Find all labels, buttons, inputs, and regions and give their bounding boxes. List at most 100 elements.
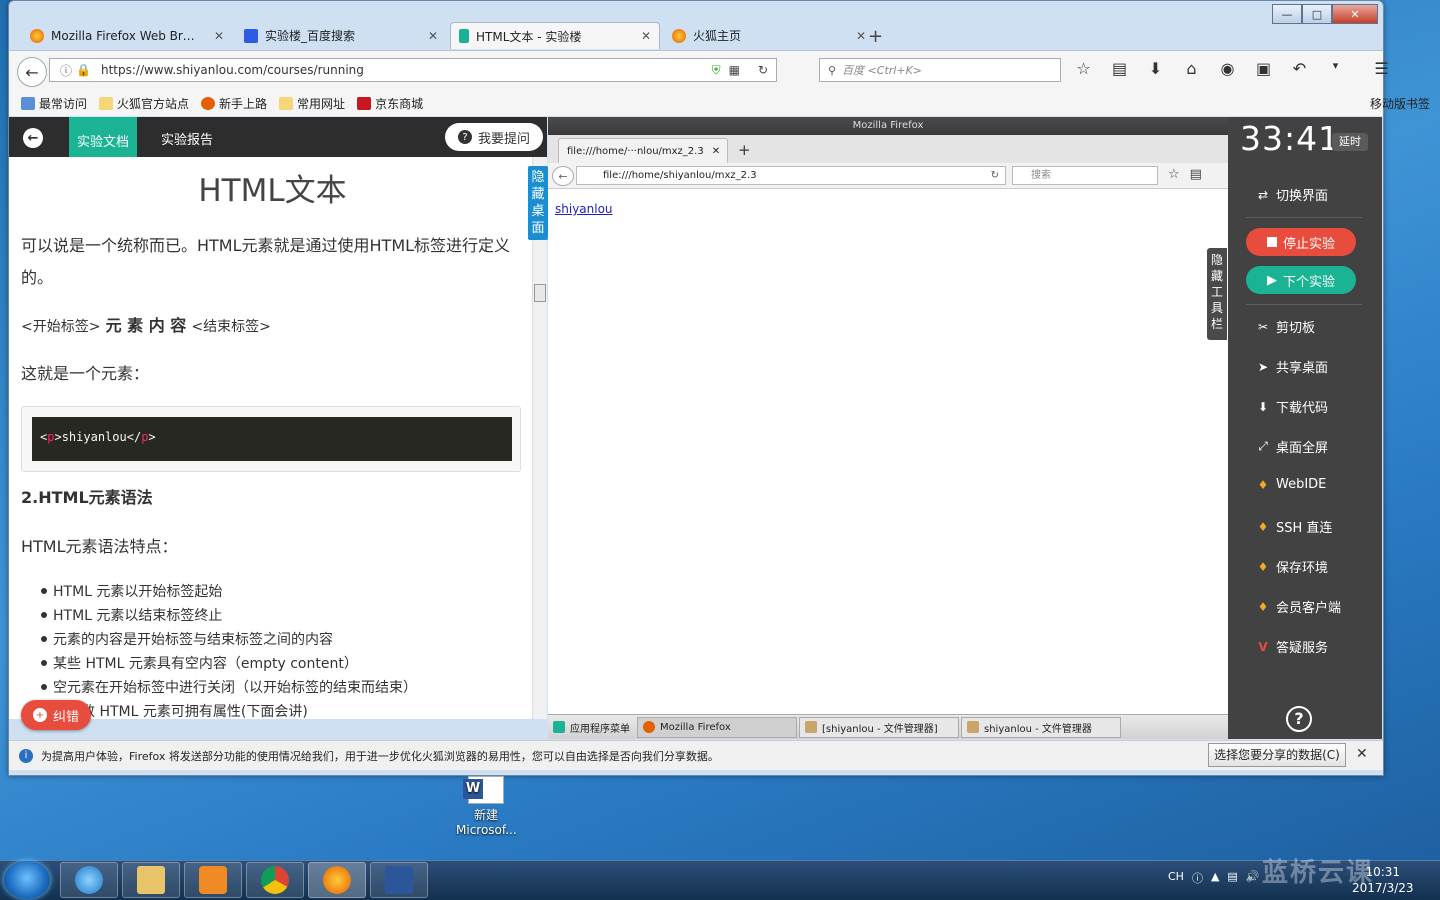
download-icon[interactable]: ⬇ <box>1143 59 1168 78</box>
bookmark-star-icon[interactable]: ☆ <box>1071 59 1096 78</box>
taskbar-firefox[interactable] <box>308 862 366 898</box>
close-button[interactable]: ✕ <box>1332 4 1378 24</box>
network-icon[interactable]: ▤ <box>1227 870 1237 886</box>
share-desktop-button[interactable]: ➤ 共享桌面 <box>1256 357 1328 377</box>
qr-icon[interactable]: ▦ <box>729 63 740 77</box>
url-bar[interactable]: ⓘ 🔒 https://www.shiyanlou.com/courses/ru… <box>49 58 777 82</box>
close-tab-icon[interactable]: ✕ <box>856 29 866 43</box>
home-folder-icon <box>967 721 979 733</box>
home-icon[interactable]: ⌂ <box>1179 59 1204 78</box>
language-indicator[interactable]: CH <box>1168 870 1184 886</box>
member-client-button[interactable]: ♦ 会员客户端 <box>1256 597 1341 617</box>
start-button[interactable] <box>4 861 50 899</box>
webide-button[interactable]: ♦ WebIDE <box>1256 477 1327 492</box>
close-tab-icon[interactable]: ✕ <box>214 29 224 43</box>
vm-task-file-manager-2[interactable]: shiyanlou - 文件管理器 <box>961 716 1121 738</box>
question-icon: ? <box>457 130 472 144</box>
scrollbar-thumb[interactable] <box>534 284 546 302</box>
vm-taskbar: 应用程序菜单 Mozilla Firefox [shiyanlou - 文件管理… <box>548 714 1228 739</box>
clock[interactable]: 10:31 2017/3/23 <box>1352 864 1414 896</box>
help-icon[interactable]: ? <box>1286 706 1312 732</box>
taskbar-word[interactable] <box>370 862 428 898</box>
back-icon[interactable]: ← <box>17 57 47 87</box>
close-tab-icon[interactable]: ✕ <box>428 29 438 43</box>
reload-icon[interactable]: ↻ <box>758 63 768 77</box>
bookmark-jd[interactable]: 京东商城 <box>357 95 423 112</box>
qa-service-button[interactable]: V 答疑服务 <box>1256 637 1328 657</box>
ssh-button[interactable]: ♦ SSH 直连 <box>1256 517 1333 537</box>
taskbar-media-player[interactable] <box>184 862 242 898</box>
info-icon[interactable]: ⓘ <box>60 62 72 79</box>
vm-url-bar[interactable]: file:///home/shiyanlou/mxz_2.3 ↻ <box>576 166 1006 185</box>
tab-firefox-web[interactable]: Mozilla Firefox Web Bro... ✕ <box>22 22 232 49</box>
shield-icon[interactable]: ⛨ <box>712 63 721 78</box>
lock-icon: 🔒 <box>76 63 91 77</box>
hide-desktop-button[interactable]: 隐藏桌面 <box>528 166 548 240</box>
tab-baidu[interactable]: 实验楼_百度搜索 ✕ <box>236 22 446 49</box>
doc-paragraph: 这就是一个元素： <box>21 364 150 383</box>
vm-page-link[interactable]: shiyanlou <box>555 202 613 216</box>
close-notification-icon[interactable]: ✕ <box>1356 746 1368 762</box>
vm-star-icon[interactable]: ☆ <box>1168 167 1180 182</box>
vm-task-firefox[interactable]: Mozilla Firefox <box>637 716 797 738</box>
report-error-button[interactable]: + 纠错 <box>21 700 91 730</box>
panel-item-label: SSH 直连 <box>1276 521 1333 536</box>
clipboard-button[interactable]: ✂ 剪切板 <box>1256 317 1315 337</box>
vm-reading-list-icon[interactable]: ▤ <box>1190 167 1202 182</box>
bookmark-common-sites[interactable]: 常用网址 <box>279 95 345 112</box>
vm-search-input[interactable]: 搜索 <box>1012 166 1158 185</box>
close-tab-icon[interactable]: ✕ <box>712 146 720 157</box>
vm-toolbar-icons: ☆ ▤ <box>1168 167 1202 182</box>
vm-new-tab-icon[interactable]: + <box>738 141 751 159</box>
save-env-button[interactable]: ♦ 保存环境 <box>1256 557 1328 577</box>
vm-taskbar-label: Mozilla Firefox <box>660 721 731 733</box>
doc-scrollbar[interactable] <box>532 157 547 719</box>
chrome-icon <box>261 866 289 894</box>
search-placeholder: 百度 <Ctrl+K> <box>842 64 922 77</box>
crop-icon[interactable]: ▣ <box>1251 59 1276 78</box>
new-tab-icon[interactable]: + <box>868 26 883 47</box>
help-icon[interactable]: ⓘ <box>1192 870 1203 886</box>
vm-task-file-manager-1[interactable]: [shiyanlou - 文件管理器] <box>799 716 959 738</box>
desktop-word-file[interactable]: W 新建 Microsof... <box>456 776 517 837</box>
taskbar-explorer[interactable] <box>122 862 180 898</box>
chat-icon[interactable]: ◉ <box>1215 59 1240 78</box>
vm-tab[interactable]: file:///home/···nlou/mxz_2.3 ✕ <box>558 138 728 163</box>
reading-list-icon[interactable]: ▤ <box>1107 59 1132 78</box>
undo-icon[interactable]: ↶ <box>1287 59 1312 78</box>
back-circle-icon[interactable]: ← <box>23 128 43 148</box>
next-lab-button[interactable]: ▶ 下个实验 <box>1246 266 1356 294</box>
tray-expand-icon[interactable]: ▲ <box>1211 870 1219 886</box>
mobile-bookmarks[interactable]: 移动版书签 <box>1370 95 1430 112</box>
delay-button[interactable]: 延时 <box>1332 133 1368 151</box>
search-input[interactable]: ⚲ 百度 <Ctrl+K> <box>819 58 1061 82</box>
vm-back-icon[interactable]: ← <box>552 166 574 186</box>
taskbar-ie[interactable] <box>60 862 118 898</box>
word-icon: W <box>463 776 504 804</box>
volume-icon[interactable]: 🔊 <box>1246 870 1260 886</box>
close-tab-icon[interactable]: ✕ <box>641 29 651 43</box>
maximize-button[interactable]: □ <box>1302 4 1332 24</box>
fullscreen-button[interactable]: ⤢ 桌面全屏 <box>1256 437 1328 456</box>
switch-ui-button[interactable]: ⇄ 切换界面 <box>1256 185 1328 205</box>
share-data-button[interactable]: 选择您要分享的数据(C) <box>1208 743 1346 767</box>
vm-app-menu[interactable]: 应用程序菜单 <box>548 717 635 738</box>
tab-lab-report[interactable]: 实验报告 <box>161 129 213 148</box>
stop-lab-button[interactable]: 停止实验 <box>1246 228 1356 256</box>
notification-bar: i 为提高用户体验，Firefox 将发送部分功能的使用情况给我们，用于进一步优… <box>9 740 1383 770</box>
bookmark-firefox-site[interactable]: 火狐官方站点 <box>99 95 189 112</box>
tab-firefox-home[interactable]: 火狐主页 ✕ <box>664 22 874 49</box>
minimize-button[interactable]: — <box>1272 4 1302 24</box>
menu-icon[interactable]: ☰ <box>1369 59 1394 78</box>
bookmark-label: 火狐官方站点 <box>117 96 190 111</box>
bookmark-getting-started[interactable]: 新手上路 <box>201 95 267 112</box>
vm-reload-icon[interactable]: ↻ <box>991 170 999 181</box>
dropdown-icon[interactable]: ▾ <box>1323 59 1348 78</box>
tab-html-text[interactable]: HTML文本 - 实验楼 ✕ <box>450 22 660 49</box>
taskbar-chrome[interactable] <box>246 862 304 898</box>
ask-question-button[interactable]: ? 我要提问 <box>445 123 543 151</box>
hide-toolbar-button[interactable]: 隐藏工具栏 <box>1207 248 1227 340</box>
download-code-button[interactable]: ⬇ 下载代码 <box>1256 397 1328 417</box>
bookmark-most-visited[interactable]: 最常访问 <box>21 95 87 112</box>
firefox-icon <box>201 96 216 110</box>
